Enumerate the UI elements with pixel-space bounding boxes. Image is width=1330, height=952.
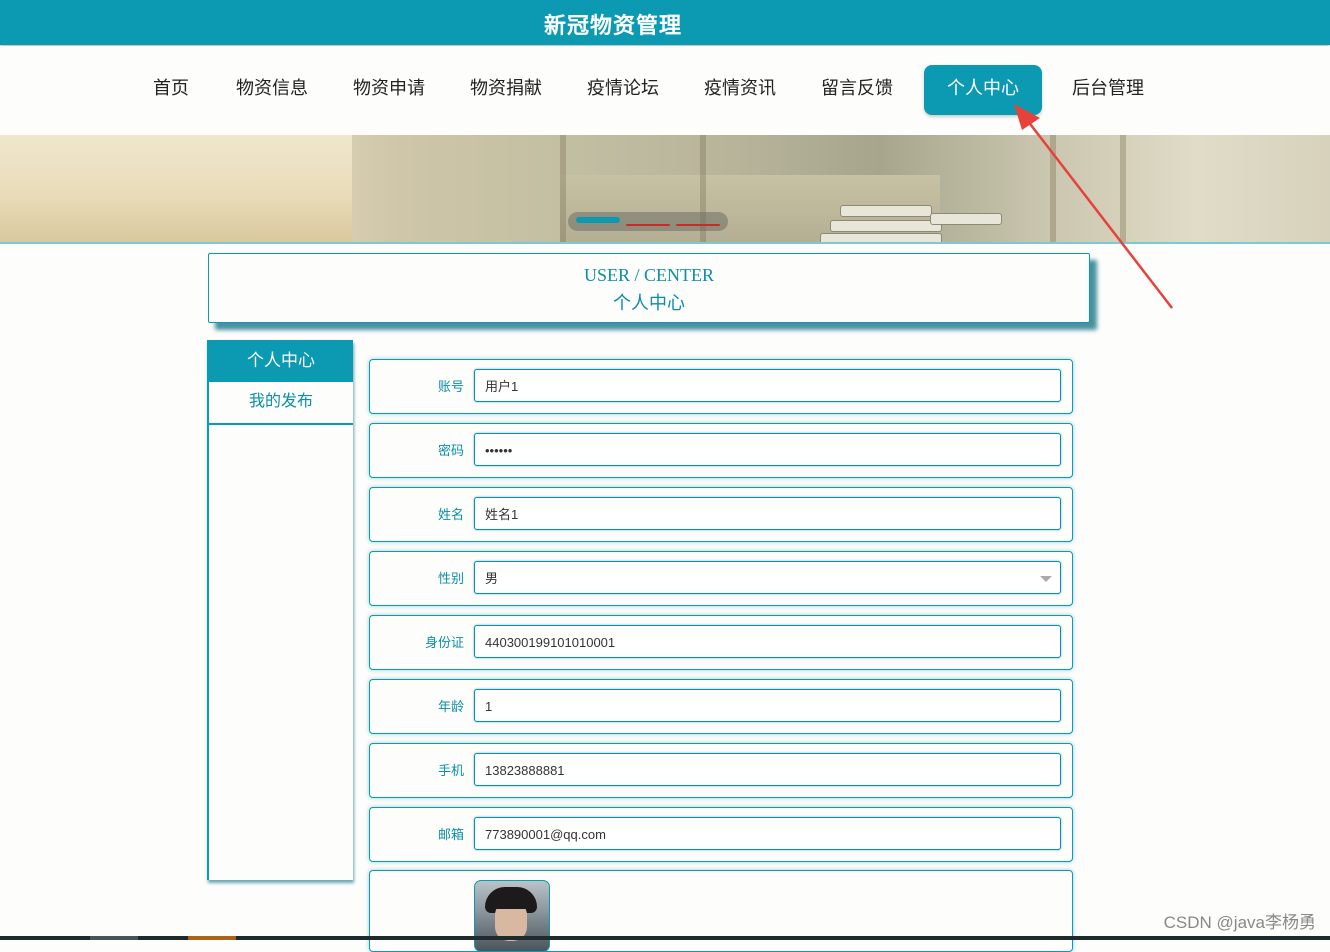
watermark: CSDN @java李杨勇 — [1163, 913, 1316, 932]
gender-label: 性别 — [437, 571, 464, 586]
nav-forum[interactable]: 疫情论坛 — [577, 65, 669, 115]
annotation-arrow-icon — [1014, 104, 1173, 309]
account-input[interactable]: 用户1 — [474, 369, 1061, 402]
taskbar-strip — [0, 936, 1330, 940]
gender-value: 男 — [485, 571, 499, 586]
sidebar-header[interactable]: 个人中心 — [209, 340, 353, 382]
section-title-zh: 个人中心 — [613, 293, 685, 313]
idcard-input[interactable]: 440300199101010001 — [474, 625, 1061, 658]
phone-label: 手机 — [437, 763, 464, 778]
nav-feedback[interactable]: 留言反馈 — [811, 65, 903, 115]
idcard-label: 身份证 — [424, 635, 464, 650]
nav-news[interactable]: 疫情资讯 — [694, 65, 786, 115]
name-label: 姓名 — [437, 507, 464, 522]
form-row-phone: 手机 13823888881 — [369, 743, 1073, 798]
avatar[interactable] — [474, 880, 550, 952]
banner-counter-image — [0, 135, 352, 244]
nav-home[interactable]: 首页 — [143, 65, 199, 115]
form-row-password: 密码 •••••• — [369, 423, 1073, 478]
name-input[interactable]: 姓名1 — [474, 497, 1061, 530]
form-row-email: 邮箱 773890001@qq.com — [369, 807, 1073, 862]
nav-supplies-apply[interactable]: 物资申请 — [343, 65, 435, 115]
phone-input[interactable]: 13823888881 — [474, 753, 1061, 786]
section-title-en: USER / CENTER — [583, 265, 714, 285]
sidebar: 个人中心 我的发布 — [207, 340, 353, 880]
password-input[interactable]: •••••• — [474, 433, 1061, 466]
form-row-name: 姓名 姓名1 — [369, 487, 1073, 542]
form-row-gender: 性别 男 — [369, 551, 1073, 606]
section-title-card: USER / CENTER 个人中心 — [208, 253, 1090, 323]
sidebar-item-my-posts[interactable]: 我的发布 — [209, 382, 353, 425]
account-label: 账号 — [437, 379, 464, 394]
password-label: 密码 — [437, 443, 464, 458]
carousel-indicator — [568, 212, 728, 231]
form-row-account: 账号 用户1 — [369, 359, 1073, 414]
chevron-down-icon[interactable] — [1040, 576, 1052, 582]
carousel-dot[interactable] — [626, 224, 670, 226]
email-input[interactable]: 773890001@qq.com — [474, 817, 1061, 850]
top-header: 新冠物资管理 — [0, 0, 1330, 45]
gender-select[interactable]: 男 — [474, 561, 1061, 594]
form-row-age: 年龄 1 — [369, 679, 1073, 734]
age-input[interactable]: 1 — [474, 689, 1061, 722]
nav-supplies-info[interactable]: 物资信息 — [226, 65, 318, 115]
email-label: 邮箱 — [437, 827, 464, 842]
age-label: 年龄 — [437, 699, 464, 714]
carousel-dot-active[interactable] — [576, 217, 620, 223]
site-title: 新冠物资管理 — [543, 13, 682, 38]
form-row-idcard: 身份证 440300199101010001 — [369, 615, 1073, 670]
nav-supplies-donate[interactable]: 物资捐献 — [460, 65, 552, 115]
carousel-dot[interactable] — [676, 224, 720, 226]
